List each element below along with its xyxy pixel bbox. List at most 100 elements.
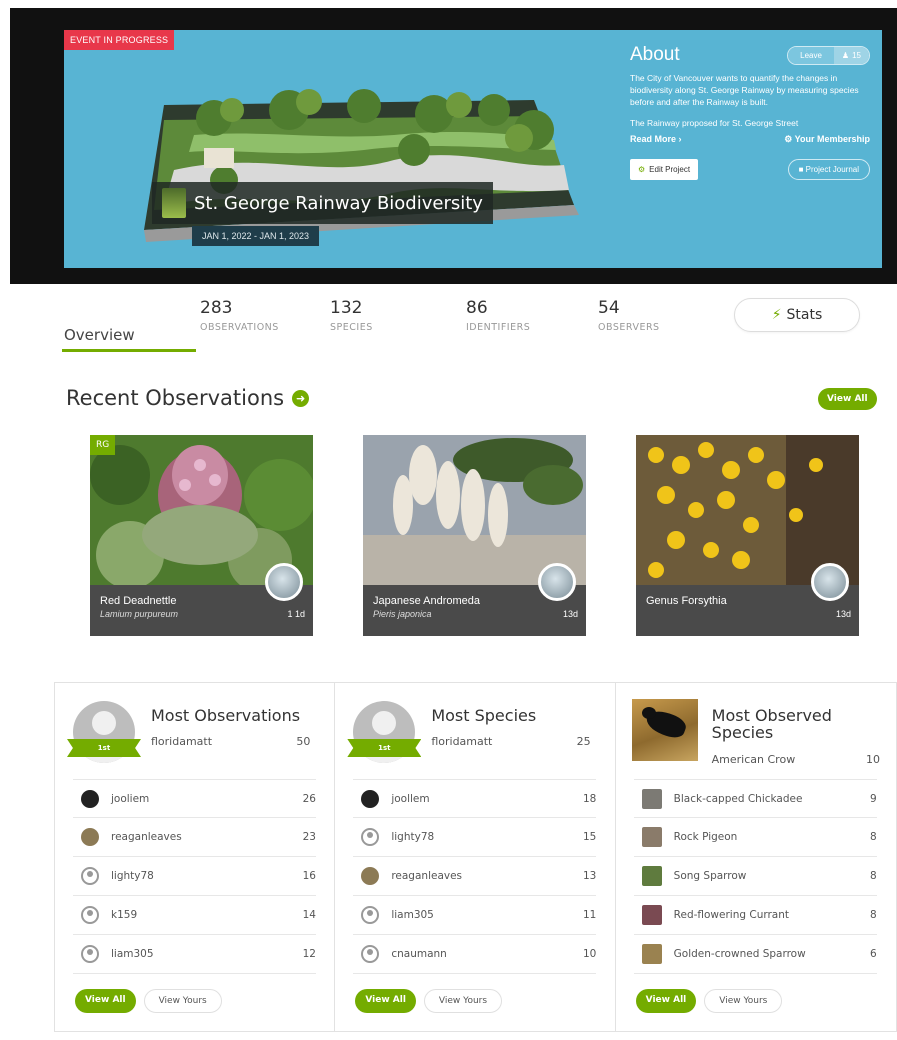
observation-meta: 1 1d: [287, 609, 305, 619]
project-tabs: Overview 283 OBSERVATIONS 132 SPECIES 86…: [62, 298, 862, 352]
row-count: 16: [302, 870, 316, 882]
stat-label: OBSERVATIONS: [200, 322, 279, 333]
list-item[interactable]: Red-flowering Currant 8: [633, 896, 877, 935]
your-membership-link[interactable]: ⚙ Your Membership: [784, 134, 870, 145]
read-more-link[interactable]: Read More ›: [630, 134, 682, 145]
row-count: 11: [582, 909, 597, 921]
top-user-name[interactable]: floridamatt: [431, 735, 492, 748]
row-name: lighty78: [391, 831, 435, 843]
stat-identifiers[interactable]: 86 IDENTIFIERS: [466, 298, 530, 333]
row-name: liam305: [391, 909, 434, 921]
research-grade-badge: RG: [90, 435, 116, 455]
leaderboards: 1st Most Observations floridamatt 50 joo…: [54, 682, 897, 1032]
list-item[interactable]: lighty78 15: [353, 818, 597, 857]
board-title: Most Observed Species: [711, 706, 832, 742]
stat-number: 54: [598, 298, 620, 318]
row-name: lighty78: [111, 870, 154, 882]
event-in-progress-badge: EVENT IN PROGRESS: [64, 30, 175, 50]
recent-observations-heading[interactable]: Recent Observations ➜: [66, 386, 310, 410]
species-thumbnail: [641, 788, 662, 809]
lightning-icon: ⚡: [771, 307, 782, 323]
list-item[interactable]: liam305 12: [73, 935, 316, 974]
recent-observations-title: Recent Observations: [66, 386, 285, 410]
observation-card[interactable]: RG Red Deadnettle Lamium purpureum 1 1d: [90, 435, 313, 636]
row-count: 15: [582, 831, 597, 843]
stat-observations[interactable]: 283 OBSERVATIONS: [200, 298, 279, 333]
view-yours-button[interactable]: View Yours: [423, 989, 503, 1013]
list-item[interactable]: reaganleaves 23: [73, 818, 316, 857]
edit-project-label: Edit Project: [649, 165, 691, 174]
arrow-right-icon: ➜: [292, 389, 310, 407]
observer-avatar[interactable]: [538, 563, 576, 601]
list-item[interactable]: joollem 18: [353, 779, 597, 818]
top-species-photo[interactable]: [631, 699, 698, 761]
species-thumbnail: [641, 866, 662, 886]
row-count: 6: [869, 948, 877, 960]
row-count: 23: [302, 831, 316, 843]
about-description: The City of Vancouver wants to quantify …: [630, 73, 859, 107]
row-count: 14: [302, 909, 316, 921]
observation-card[interactable]: Genus Forsythia 13d: [636, 435, 859, 636]
stat-observers[interactable]: 54 OBSERVERS: [598, 298, 660, 333]
project-icon: [162, 188, 186, 218]
row-count: 8: [869, 831, 877, 843]
board-list: jooliem 26 reaganleaves 23 lighty78 16 k…: [73, 779, 316, 974]
stat-number: 86: [466, 298, 488, 318]
row-name: Black-capped Chickadee: [673, 792, 803, 805]
list-item[interactable]: Black-capped Chickadee 9: [633, 779, 877, 818]
journal-icon: ■: [798, 165, 804, 174]
project-title: St. George Rainway Biodiversity: [194, 192, 483, 214]
list-item[interactable]: Song Sparrow 8: [633, 857, 877, 896]
list-item[interactable]: lighty78 16: [73, 857, 316, 896]
leave-button[interactable]: Leave: [788, 46, 834, 64]
view-yours-button[interactable]: View Yours: [704, 989, 783, 1013]
top-user-name[interactable]: floridamatt: [151, 735, 212, 748]
list-item[interactable]: Golden-crowned Sparrow 6: [633, 935, 877, 974]
edit-project-button[interactable]: ⚙ Edit Project: [630, 159, 699, 180]
view-all-button[interactable]: View All: [75, 989, 136, 1013]
stat-label: OBSERVERS: [598, 322, 660, 333]
stat-label: SPECIES: [330, 322, 373, 333]
about-note: The Rainway proposed for St. George Stre…: [630, 118, 799, 128]
user-avatar: [361, 789, 380, 808]
project-journal-button[interactable]: ■ Project Journal: [787, 159, 870, 180]
default-user-icon: [361, 945, 380, 963]
list-item[interactable]: liam305 11: [353, 896, 597, 935]
default-user-icon: [81, 867, 99, 885]
list-item[interactable]: jooliem 26: [73, 779, 316, 818]
stat-species[interactable]: 132 SPECIES: [330, 298, 373, 333]
observation-scientific-name: Lamium purpureum: [100, 609, 179, 619]
user-avatar: [81, 789, 99, 808]
row-name: liam305: [111, 948, 154, 960]
stat-number: 283: [200, 298, 233, 318]
view-all-button[interactable]: View All: [355, 989, 416, 1013]
observation-card[interactable]: Japanese Andromeda Pieris japonica 13d: [363, 435, 586, 636]
project-journal-label: Project Journal: [805, 165, 859, 174]
list-item[interactable]: reaganleaves 13: [353, 857, 597, 896]
top-species-count: 10: [865, 753, 880, 766]
project-title-box: St. George Rainway Biodiversity: [152, 182, 493, 224]
tab-overview[interactable]: Overview: [62, 320, 196, 352]
view-yours-button[interactable]: View Yours: [143, 989, 222, 1013]
row-name: Red-flowering Currant: [673, 909, 790, 921]
observer-avatar[interactable]: [265, 563, 303, 601]
row-count: 8: [869, 909, 877, 921]
members-count-button[interactable]: ♟ 15: [833, 46, 869, 64]
row-name: reaganleaves: [111, 831, 182, 843]
row-name: joollem: [391, 792, 430, 805]
top-species-name[interactable]: American Crow: [712, 753, 796, 766]
default-user-icon: [361, 906, 380, 924]
list-item[interactable]: Rock Pigeon 8: [633, 818, 877, 857]
row-count: 18: [582, 792, 597, 805]
person-icon: ♟: [841, 50, 850, 60]
observer-avatar[interactable]: [811, 563, 849, 601]
view-all-observations-button[interactable]: View All: [818, 388, 877, 410]
board-title: Most Species: [431, 706, 537, 725]
top-user-count: 25: [576, 735, 591, 748]
stat-label: IDENTIFIERS: [466, 322, 531, 333]
stats-button[interactable]: ⚡ Stats: [734, 298, 860, 332]
first-place-ribbon: 1st: [347, 739, 422, 757]
list-item[interactable]: k159 14: [73, 896, 316, 935]
list-item[interactable]: cnaumann 10: [353, 935, 597, 974]
view-all-button[interactable]: View All: [635, 989, 697, 1013]
